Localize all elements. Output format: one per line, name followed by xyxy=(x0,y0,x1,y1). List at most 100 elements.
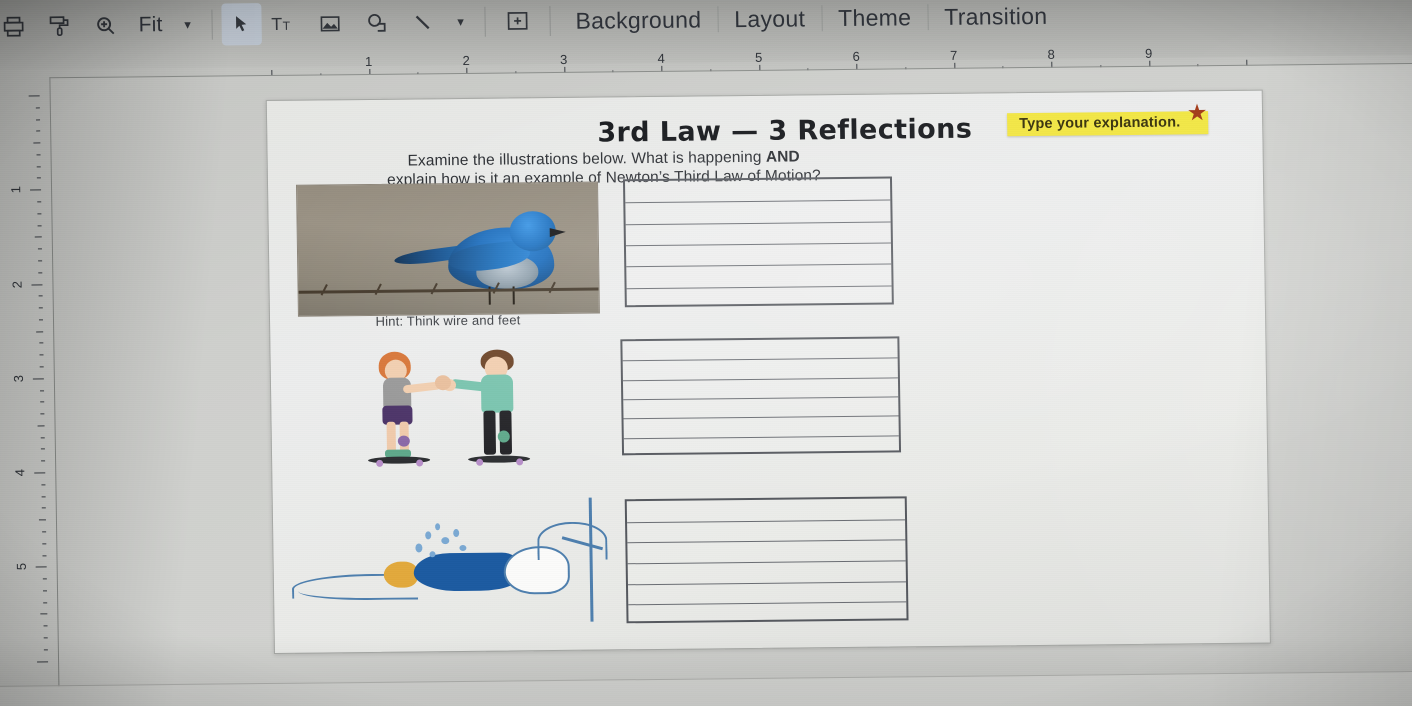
bird-beak-shape xyxy=(549,227,566,238)
ruler-tick xyxy=(43,649,48,651)
kids-skateboards-image[interactable] xyxy=(358,342,540,467)
ruler-label: 2 xyxy=(462,52,470,68)
bird-hint-caption: Hint: Think wire and feet xyxy=(375,312,521,329)
ruler-tick xyxy=(42,578,47,580)
ruler-tick xyxy=(36,177,41,179)
line-icon[interactable] xyxy=(399,1,446,43)
ruler-tick xyxy=(36,331,44,333)
zoom-level-value[interactable]: Fit xyxy=(128,4,173,46)
ruler-tick xyxy=(28,95,40,97)
paint-format-icon[interactable] xyxy=(36,5,83,47)
ruler-tick xyxy=(43,625,48,627)
ruler-tick xyxy=(37,201,42,203)
ruler-tick xyxy=(38,319,43,321)
svg-text:T: T xyxy=(271,15,282,34)
menu-background[interactable]: Background xyxy=(559,0,717,42)
girl-knee-pad xyxy=(397,435,410,447)
ruler-tick xyxy=(40,401,45,403)
vertical-ruler[interactable]: 1 2 3 4 5 xyxy=(8,95,51,670)
answer-rule-line xyxy=(625,199,891,204)
ruler-tick xyxy=(41,495,46,498)
ruler-tick xyxy=(31,283,43,286)
answer-box-2[interactable] xyxy=(620,336,902,456)
splash-drop xyxy=(441,537,450,545)
ruler-tick xyxy=(35,107,40,109)
zoom-icon[interactable] xyxy=(82,4,129,46)
answer-rule-line xyxy=(627,560,906,565)
wire-barb xyxy=(548,281,566,299)
ruler-label: 7 xyxy=(949,47,958,63)
svg-text:T: T xyxy=(282,20,290,33)
answer-rule-line xyxy=(622,377,898,382)
toolbar-divider xyxy=(211,9,213,40)
zoom-caret-icon[interactable]: ▾ xyxy=(172,4,203,46)
explanation-text: Type your explanation. xyxy=(1019,114,1181,133)
ruler-label: 8 xyxy=(1047,46,1055,62)
ruler-tick xyxy=(40,437,45,439)
text-box-icon[interactable]: T T xyxy=(261,3,308,45)
splash-drop xyxy=(429,551,436,558)
swimmer-pushoff-image[interactable] xyxy=(285,497,608,626)
menu-theme[interactable]: Theme xyxy=(822,0,928,39)
ruler-tick xyxy=(38,260,43,262)
ruler-tick xyxy=(34,472,46,474)
ruler-tick xyxy=(42,554,47,556)
ruler-tick xyxy=(37,224,42,227)
new-slide-icon[interactable] xyxy=(494,0,541,42)
ruler-tick xyxy=(38,295,43,297)
wire-barb xyxy=(430,282,448,300)
subtitle-line1-text: Examine the illustrations below. What is… xyxy=(407,148,767,170)
insert-image-icon[interactable] xyxy=(307,2,354,44)
ruler-tick xyxy=(37,425,45,427)
select-tool-icon[interactable] xyxy=(221,3,262,46)
ruler-tick xyxy=(39,354,44,356)
boy-knee-pad xyxy=(497,430,510,443)
answer-rule-line xyxy=(623,415,899,420)
menu-layout[interactable]: Layout xyxy=(718,0,821,40)
swimmer-cap-shape xyxy=(383,561,419,588)
splash-drop xyxy=(453,529,460,538)
menu-transition[interactable]: Transition xyxy=(928,0,1064,38)
splash-drop xyxy=(459,544,467,552)
ruler-label: 3 xyxy=(559,51,568,67)
print-icon[interactable] xyxy=(0,5,37,47)
answer-rule-line xyxy=(626,263,892,268)
ruler-label: 1 xyxy=(364,53,373,69)
ruler-tick xyxy=(41,460,46,462)
shape-icon[interactable] xyxy=(353,2,400,44)
answer-rule-line xyxy=(622,357,898,362)
ruler-tick xyxy=(43,637,48,639)
wire-barb xyxy=(374,283,392,301)
splash-drop xyxy=(425,531,432,540)
monitor-photo-plane: Fit ▾ T T ▾ Background Layout Theme Tran… xyxy=(0,0,1412,706)
toolbar-divider-2 xyxy=(484,6,486,37)
ruler-tick xyxy=(35,566,47,568)
ruler-tick xyxy=(33,142,41,144)
answer-rule-line xyxy=(627,581,906,586)
answer-box-1[interactable] xyxy=(622,176,894,308)
ruler-tick xyxy=(36,166,41,168)
answer-box-3[interactable] xyxy=(624,496,909,624)
subtitle-and-emphasis: AND xyxy=(765,148,800,166)
boy-leg-shape xyxy=(483,410,497,455)
type-your-explanation-label[interactable]: Type your explanation. ★ xyxy=(1007,102,1209,137)
slide-surface[interactable]: 3rd Law — 3 Reflections Examine the illu… xyxy=(265,89,1271,654)
skateboard-wheel xyxy=(416,459,424,467)
answer-rule-line xyxy=(628,601,907,606)
ruler-label: 3 xyxy=(10,374,27,383)
answer-rule-line xyxy=(625,242,891,247)
ruler-tick xyxy=(41,507,46,509)
ruler-tick xyxy=(36,130,41,132)
bird-on-wire-image[interactable] xyxy=(296,181,600,317)
ruler-tick xyxy=(36,154,41,156)
ruler-label: 9 xyxy=(1144,45,1153,61)
splash-drop xyxy=(435,523,441,531)
ruler-label: 5 xyxy=(13,563,29,571)
ruler-tick xyxy=(34,236,42,238)
ruler-tick xyxy=(32,378,44,380)
ruler-label: 5 xyxy=(754,49,763,65)
slide-canvas-workspace[interactable]: 3rd Law — 3 Reflections Examine the illu… xyxy=(49,62,1412,691)
ruler-tick xyxy=(40,448,45,450)
line-caret-icon[interactable]: ▾ xyxy=(445,1,476,43)
answer-rule-line xyxy=(627,539,906,544)
